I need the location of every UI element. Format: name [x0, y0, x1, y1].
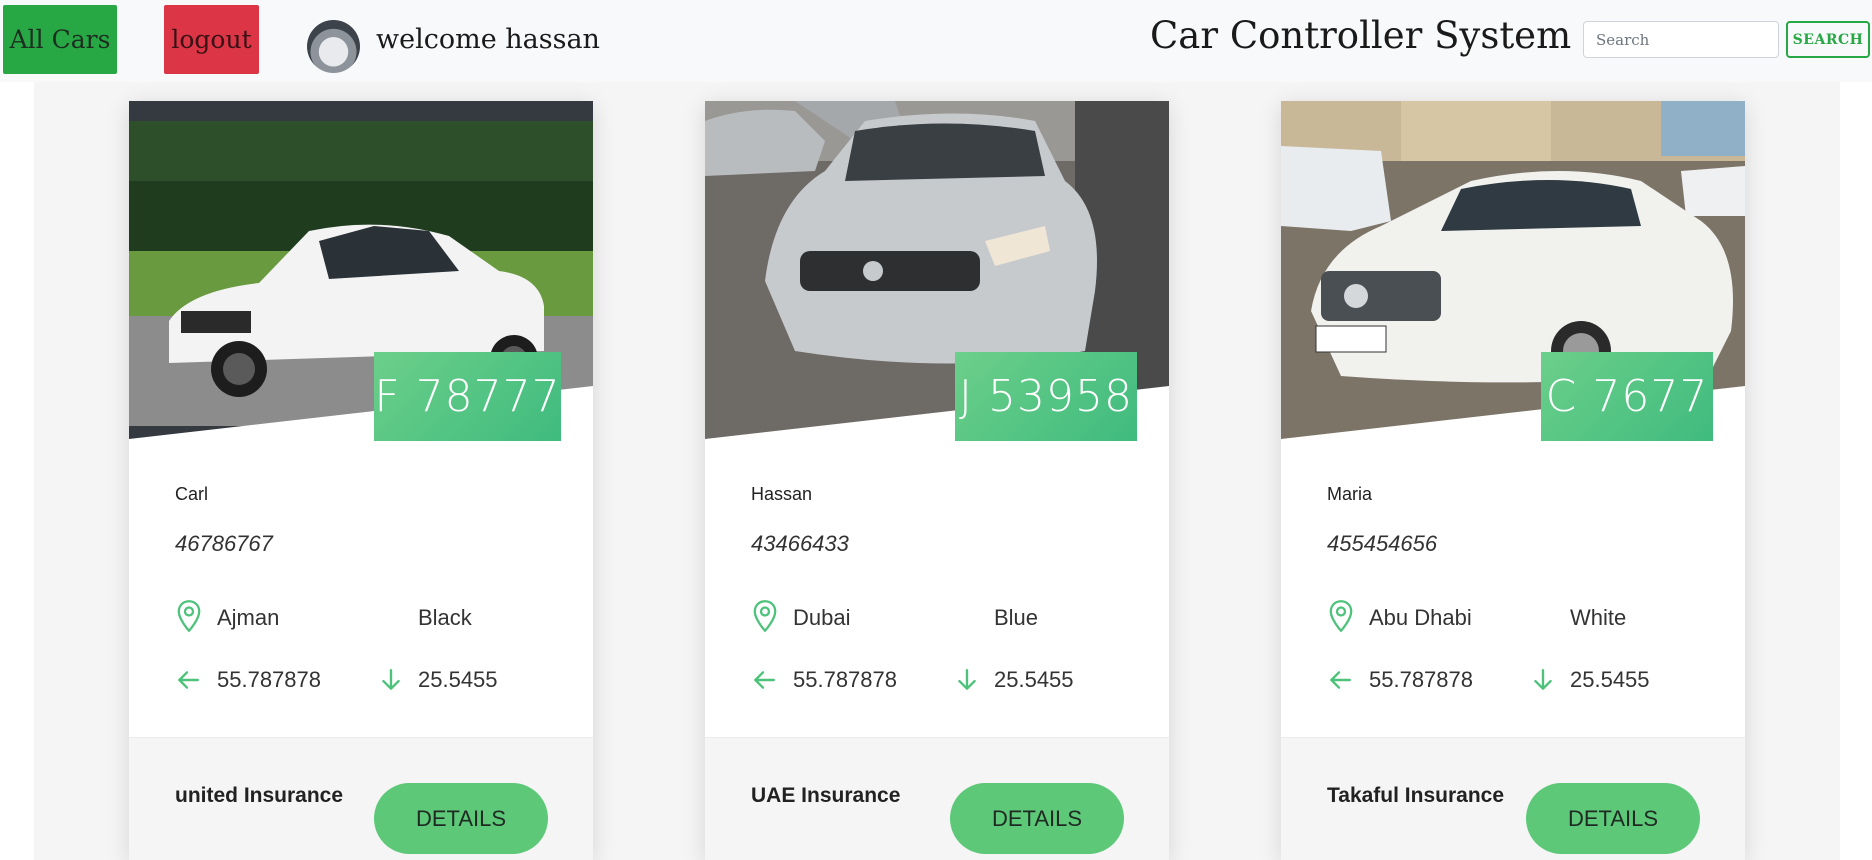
car-card: F 78777 Carl 46786767 Ajman Black 55.787…	[129, 101, 593, 860]
search-button[interactable]: SEARCH	[1786, 21, 1870, 58]
logout-button[interactable]: logout	[164, 5, 259, 74]
details-button[interactable]: DETAILS	[950, 783, 1124, 854]
phone-number: 455454656	[1327, 531, 1438, 556]
insurance-label: UAE Insurance	[751, 784, 901, 807]
all-cars-button[interactable]: All Cars	[3, 5, 117, 74]
latitude-value: 25.5455	[994, 667, 1074, 692]
license-plate-badge: F 78777	[374, 352, 561, 441]
phone-number: 46786767	[175, 531, 273, 556]
city-label: Dubai	[793, 605, 851, 630]
car-card: C 7677 Maria 455454656 Abu Dhabi White 5…	[1281, 101, 1745, 860]
city-label: Ajman	[217, 605, 280, 630]
card-footer: UAE Insurance DETAILS	[705, 737, 1169, 860]
owner-name: Maria	[1327, 484, 1373, 504]
car-card: J 53958 Hassan 43466433 Dubai Blue 55.78…	[705, 101, 1169, 860]
avatar	[307, 20, 360, 73]
longitude-value: 55.787878	[217, 667, 321, 692]
map-pin-icon	[177, 600, 201, 633]
map-pin-icon	[1329, 600, 1353, 633]
license-plate-badge: J 53958	[955, 352, 1137, 441]
arrow-left-icon	[754, 671, 775, 689]
insurance-label: united Insurance	[175, 784, 344, 807]
arrow-down-icon	[1534, 669, 1552, 690]
longitude-value: 55.787878	[1369, 667, 1473, 692]
phone-number: 43466433	[751, 531, 849, 556]
welcome-text: welcome hassan	[376, 24, 600, 55]
map-pin-icon	[753, 600, 777, 633]
card-footer: united Insurance DETAILS	[129, 737, 593, 860]
owner-name: Hassan	[751, 484, 813, 504]
navbar: All Cars logout welcome hassan Car Contr…	[0, 0, 1872, 82]
city-label: Abu Dhabi	[1369, 605, 1472, 630]
car-color-label: Blue	[994, 605, 1039, 630]
arrow-down-icon	[958, 669, 976, 690]
latitude-value: 25.5455	[1570, 667, 1650, 692]
search-input[interactable]	[1583, 21, 1779, 58]
content-area: F 78777 Carl 46786767 Ajman Black 55.787…	[34, 82, 1840, 860]
car-color-label: White	[1570, 605, 1627, 630]
page-title: Car Controller System	[1150, 14, 1572, 57]
owner-name: Carl	[175, 484, 209, 504]
details-button[interactable]: DETAILS	[1526, 783, 1700, 854]
card-footer: Takaful Insurance DETAILS	[1281, 737, 1745, 860]
arrow-left-icon	[178, 671, 199, 689]
longitude-value: 55.787878	[793, 667, 897, 692]
arrow-down-icon	[382, 669, 400, 690]
insurance-label: Takaful Insurance	[1327, 784, 1505, 807]
arrow-left-icon	[1330, 671, 1351, 689]
license-plate-badge: C 7677	[1541, 352, 1713, 441]
car-color-label: Black	[418, 605, 472, 630]
details-button[interactable]: DETAILS	[374, 783, 548, 854]
latitude-value: 25.5455	[418, 667, 498, 692]
